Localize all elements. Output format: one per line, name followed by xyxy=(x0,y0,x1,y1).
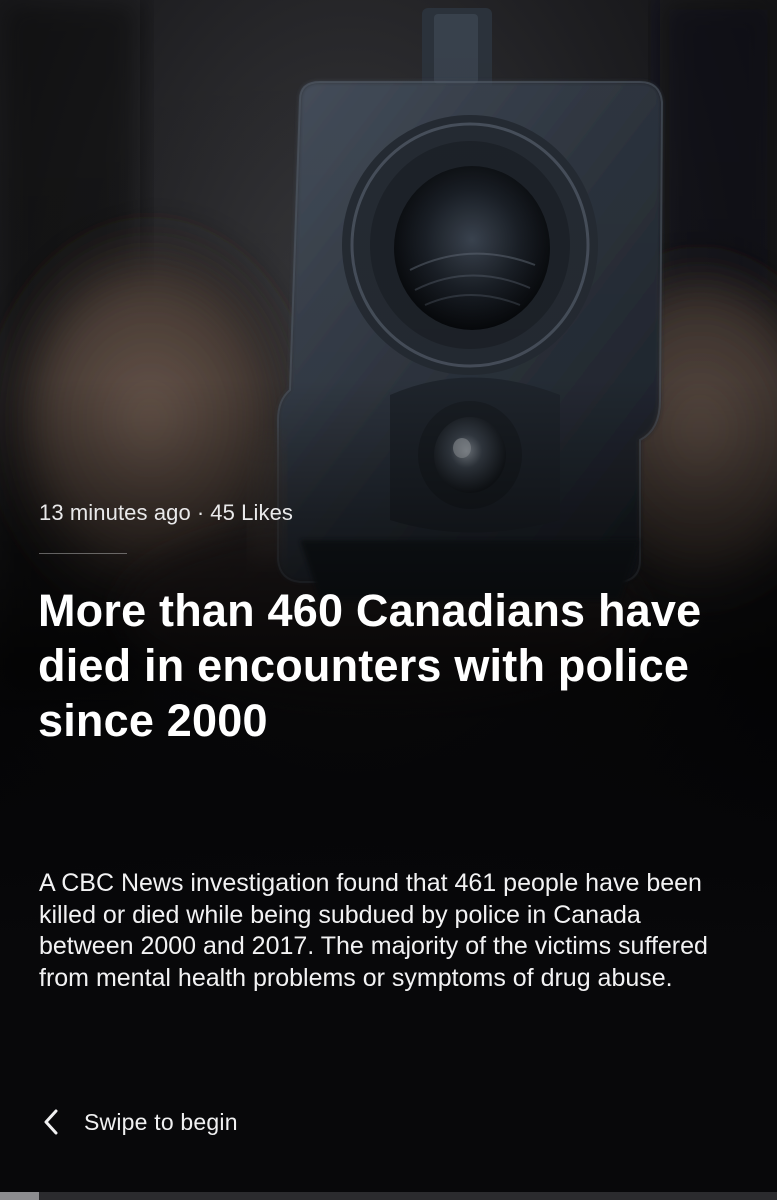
meta-divider xyxy=(39,553,127,554)
meta-separator: · xyxy=(196,500,205,525)
story-screen: 13 minutes ago · 45 Likes More than 460 Ca… xyxy=(0,0,777,1200)
story-meta: 13 minutes ago · 45 Likes xyxy=(39,500,293,526)
timestamp: 13 minutes ago xyxy=(39,500,191,525)
story-summary: A CBC News investigation found that 461 … xyxy=(39,869,708,992)
story-headline: More than 460 Canadians have died in enc… xyxy=(38,585,702,746)
likes-count: 45 Likes xyxy=(210,500,294,525)
story-progress-bar xyxy=(0,1192,777,1200)
chevron-left-icon xyxy=(40,1104,62,1140)
swipe-label: Swipe to begin xyxy=(84,1108,238,1135)
swipe-to-begin-button[interactable]: Swipe to begin xyxy=(40,1104,238,1140)
story-progress-fill xyxy=(0,1192,39,1200)
